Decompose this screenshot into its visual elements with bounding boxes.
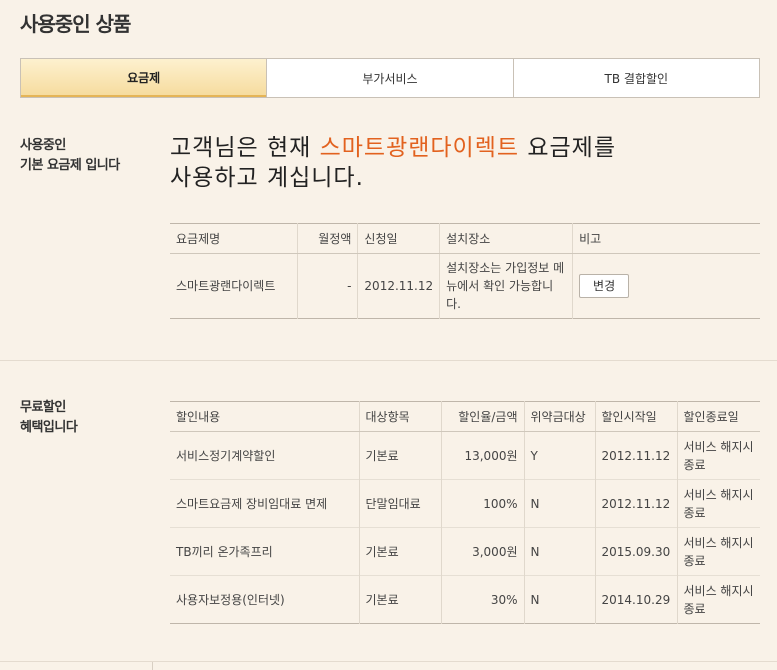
- col-discount-content: 할인내용: [170, 401, 359, 432]
- bottom-divider: [0, 661, 777, 662]
- table-row: 사용자보정용(인터넷) 기본료 30% N 2014.10.29 서비스 해지시…: [170, 575, 760, 624]
- discount-content-cell: TB끼리 온가족프리: [170, 527, 359, 576]
- col-plan-name: 요금제명: [170, 223, 297, 254]
- basic-plan-section-label: 사용중인 기본 요금제 입니다: [20, 138, 120, 173]
- penalty-cell: N: [523, 479, 595, 528]
- col-discount-amount: 할인율/금액: [440, 401, 524, 432]
- col-note: 비고: [572, 223, 760, 254]
- apply-date-cell: 2012.11.12: [357, 253, 440, 319]
- col-start-date: 할인시작일: [594, 401, 677, 432]
- end-date-cell: 서비스 해지시 종료: [676, 575, 760, 624]
- target-item-cell: 기본료: [358, 575, 441, 624]
- headline-suffix: 요금제를: [519, 135, 616, 161]
- col-penalty: 위약금대상: [523, 401, 595, 432]
- table-row: 스마트광랜다이렉트 - 2012.11.12 설치장소는 가입정보 메뉴에서 확…: [170, 253, 760, 319]
- table-row: TB끼리 온가족프리 기본료 3,000원 N 2015.09.30 서비스 해…: [170, 527, 760, 576]
- discount-content-cell: 스마트요금제 장비임대료 면제: [170, 479, 359, 528]
- table-row: 서비스정기계약할인 기본료 13,000원 Y 2012.11.12 서비스 해…: [170, 431, 760, 480]
- end-date-cell: 서비스 해지시 종료: [676, 527, 760, 576]
- page-title: 사용중인 상품: [20, 12, 131, 36]
- col-apply-date: 신청일: [357, 223, 440, 254]
- start-date-cell: 2014.10.29: [594, 575, 677, 624]
- col-target-item: 대상항목: [358, 401, 441, 432]
- penalty-cell: N: [523, 575, 595, 624]
- penalty-cell: Y: [523, 431, 595, 480]
- discount-amount-cell: 100%: [440, 479, 524, 528]
- plan-table: 요금제명 월정액 신청일 설치장소 비고 스마트광랜다이렉트 - 2012.11…: [170, 223, 760, 319]
- start-date-cell: 2012.11.12: [594, 479, 677, 528]
- table-row: 스마트요금제 장비임대료 면제 단말임대료 100% N 2012.11.12 …: [170, 479, 760, 528]
- start-date-cell: 2015.09.30: [594, 527, 677, 576]
- target-item-cell: 기본료: [358, 527, 441, 576]
- end-date-cell: 서비스 해지시 종료: [676, 479, 760, 528]
- monthly-fee-cell: -: [296, 253, 358, 319]
- start-date-cell: 2012.11.12: [594, 431, 677, 480]
- section-divider: [0, 360, 777, 361]
- target-item-cell: 단말임대료: [358, 479, 441, 528]
- headline-line2: 사용하고 계십니다.: [170, 165, 364, 191]
- table-header-row: 할인내용 대상항목 할인율/금액 위약금대상 할인시작일 할인종료일: [170, 401, 760, 432]
- penalty-cell: N: [523, 527, 595, 576]
- plan-name-cell: 스마트광랜다이렉트: [170, 253, 297, 319]
- discount-amount-cell: 3,000원: [440, 527, 524, 576]
- discount-table: 할인내용 대상항목 할인율/금액 위약금대상 할인시작일 할인종료일 서비스정기…: [170, 401, 760, 624]
- tab-plan[interactable]: 요금제: [21, 59, 267, 97]
- col-monthly-fee: 월정액: [296, 223, 358, 254]
- discount-content-cell: 서비스정기계약할인: [170, 431, 359, 480]
- discount-content-cell: 사용자보정용(인터넷): [170, 575, 359, 624]
- target-item-cell: 기본료: [358, 431, 441, 480]
- end-date-cell: 서비스 해지시 종료: [676, 431, 760, 480]
- discount-section-label: 무료할인 혜택입니다: [20, 400, 78, 435]
- headline-plan-name: 스마트광랜다이렉트: [319, 135, 520, 161]
- tab-tb-bundle-discount[interactable]: TB 결합할인: [512, 59, 759, 97]
- product-tabs: 요금제 부가서비스 TB 결합할인: [20, 58, 760, 98]
- tab-addon-services[interactable]: 부가서비스: [266, 59, 512, 97]
- discount-amount-cell: 13,000원: [440, 431, 524, 480]
- headline-prefix: 고객님은 현재: [170, 135, 320, 161]
- plan-headline: 고객님은 현재 스마트광랜다이렉트 요금제를 사용하고 계십니다.: [170, 133, 730, 193]
- discount-amount-cell: 30%: [440, 575, 524, 624]
- table-header-row: 요금제명 월정액 신청일 설치장소 비고: [170, 223, 760, 254]
- change-button[interactable]: 변경: [579, 274, 630, 298]
- note-cell: 변경: [572, 253, 760, 319]
- bottom-column-mark: [152, 662, 153, 670]
- col-location: 설치장소: [439, 223, 573, 254]
- col-end-date: 할인종료일: [676, 401, 760, 432]
- location-cell: 설치장소는 가입정보 메뉴에서 확인 가능합니다.: [439, 253, 573, 319]
